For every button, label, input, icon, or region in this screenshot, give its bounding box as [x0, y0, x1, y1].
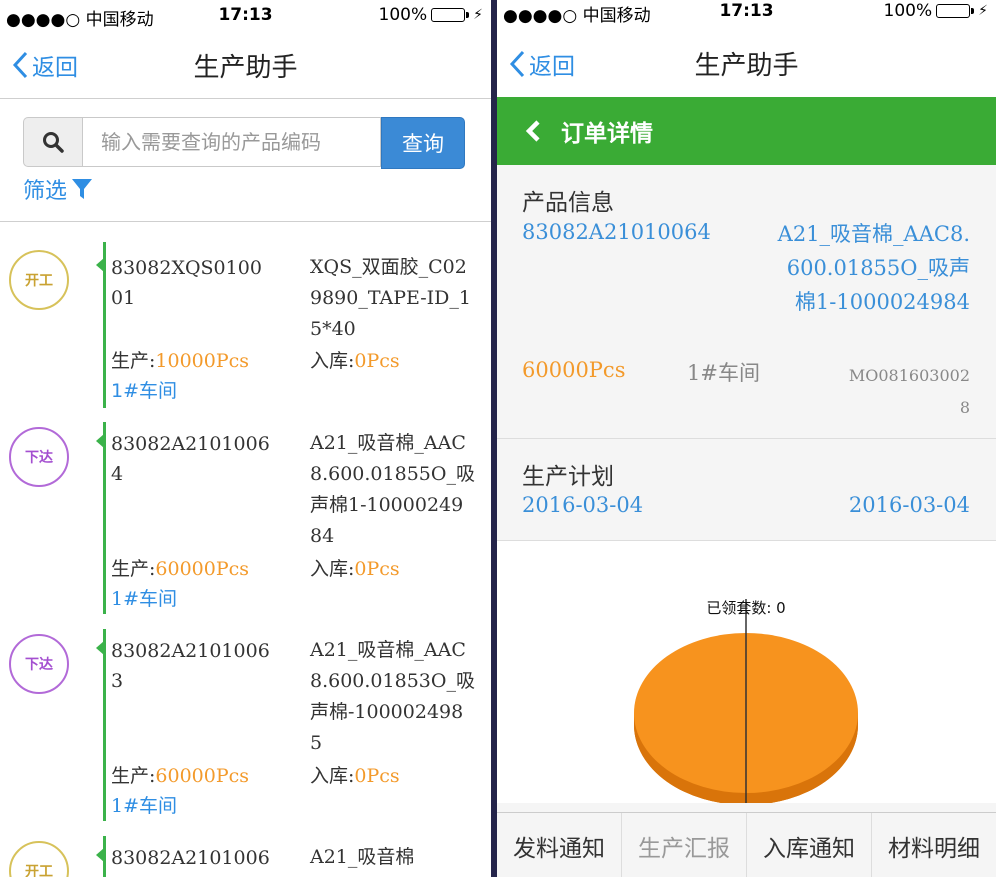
battery-percent: 100%	[883, 1, 933, 21]
back-label: 返回	[529, 53, 575, 80]
plan-card: 生产计划 2016-03-04 2016-03-04	[497, 439, 996, 540]
order-code: 83082A21010064	[111, 433, 270, 485]
workshop-label: 1#车间	[111, 795, 178, 817]
back-label: 返回	[32, 55, 78, 81]
workshop-label: 1#车间	[687, 361, 760, 385]
timeline-bar	[103, 422, 106, 614]
detail-title: 订单详情	[561, 121, 653, 147]
product-name: A21_吸音棉_AAC8.600.01855O_吸声棉1-1000024984	[777, 222, 970, 314]
workshop-label: 1#车间	[111, 588, 178, 610]
detail-header: 订单详情	[497, 97, 996, 165]
stock-qty: 入库:0Pcs	[310, 558, 400, 580]
status-bar: ●●●●○ 中国移动 17:13 100% ⚡	[497, 0, 996, 30]
product-name: A21_吸音棉_AAC8.600.01853O_吸声棉-1000024985	[310, 639, 475, 754]
battery-icon	[936, 4, 971, 18]
order-number: MO0816030028	[848, 366, 970, 417]
nav-bar: 返回 生产助手	[497, 30, 996, 97]
pie-chart-svg: 已领套数: 0	[634, 599, 858, 807]
status-badge: 下达	[9, 427, 69, 487]
search-icon	[23, 117, 82, 167]
production-qty: 生产:10000Pcs	[111, 350, 250, 372]
charging-icon: ⚡	[473, 7, 483, 23]
list-item[interactable]: 下达 83082A21010064 A21_吸音棉_AAC8.600.01855…	[0, 422, 491, 629]
filter-label: 筛选	[23, 179, 68, 204]
tab-production-report[interactable]: 生产汇报	[622, 813, 746, 877]
product-name: A21_吸音棉	[310, 846, 415, 868]
bottom-tabbar: 发料通知 生产汇报 入库通知 材料明细	[497, 812, 996, 877]
filter-icon	[72, 179, 93, 199]
production-qty: 生产:60000Pcs	[111, 558, 250, 580]
chevron-left-icon	[509, 50, 525, 77]
product-code: 83082A21010064	[522, 220, 711, 244]
list-item[interactable]: 开工 83082XQS010001 XQS_双面胶_C029890_TAPE-I…	[0, 240, 491, 447]
chevron-left-icon[interactable]	[525, 119, 541, 143]
order-code: 83082A21010063	[111, 640, 270, 692]
timeline-arrow-icon	[96, 258, 104, 272]
status-badge: 下达	[9, 634, 69, 694]
order-qty: 60000Pcs	[522, 358, 626, 382]
plan-end-date: 2016-03-04	[848, 493, 970, 517]
tab-stock-notice[interactable]: 入库通知	[747, 813, 871, 877]
timeline-arrow-icon	[96, 641, 104, 655]
search-input[interactable]	[82, 117, 381, 167]
status-bar: ●●●●○ 中国移动 17:13 100% ⚡	[0, 0, 491, 30]
battery-percent: 100%	[378, 5, 428, 25]
timeline-arrow-icon	[96, 434, 104, 448]
stock-qty: 入库:0Pcs	[310, 765, 400, 787]
section-title: 生产计划	[522, 464, 614, 490]
workshop-label: 1#车间	[111, 380, 178, 402]
left-screen: ●●●●○ 中国移动 17:13 100% ⚡ 返回 生产助手 查询 筛选	[0, 0, 491, 877]
filter-button[interactable]: 筛选	[23, 173, 93, 205]
tab-material-notice[interactable]: 发料通知	[497, 813, 621, 877]
status-badge: 开工	[9, 841, 69, 877]
pie-chart: 已领套数: 0	[497, 541, 996, 807]
product-info-card: 产品信息 83082A21010064 A21_吸音棉_AAC8.600.018…	[497, 165, 996, 438]
timeline-bar	[103, 629, 106, 821]
battery-indicator: 100% ⚡	[884, 1, 988, 21]
back-button[interactable]: 返回	[509, 47, 575, 81]
product-name: A21_吸音棉_AAC8.600.01855O_吸声棉1-1000024984	[310, 432, 475, 547]
search-button[interactable]: 查询	[381, 117, 465, 169]
order-code: 83082A2101006	[111, 847, 270, 869]
pie-data-label: 已领套数: 0	[706, 599, 785, 617]
battery-icon	[431, 8, 466, 22]
right-screen: ●●●●○ 中国移动 17:13 100% ⚡ 返回 生产助手 订单详情 产品信…	[497, 0, 996, 877]
list-item[interactable]: 开工 83082A2101006 A21_吸音棉	[0, 836, 491, 877]
product-name: XQS_双面胶_C029890_TAPE-ID_15*40	[310, 256, 471, 340]
search-group: 查询	[23, 117, 465, 169]
plan-start-date: 2016-03-04	[522, 493, 644, 517]
charging-icon: ⚡	[978, 3, 988, 19]
timeline-arrow-icon	[96, 848, 104, 862]
order-code: 83082XQS010001	[111, 257, 262, 309]
status-badge: 开工	[9, 250, 69, 310]
nav-bar: 返回 生产助手	[0, 37, 491, 93]
production-qty: 生产:60000Pcs	[111, 765, 250, 787]
section-title: 产品信息	[522, 190, 614, 216]
tab-material-detail[interactable]: 材料明细	[872, 813, 996, 877]
list-item[interactable]: 下达 83082A21010063 A21_吸音棉_AAC8.600.01853…	[0, 629, 491, 836]
back-button[interactable]: 返回	[12, 48, 78, 82]
battery-indicator: 100% ⚡	[379, 5, 483, 25]
search-panel: 查询 筛选	[0, 98, 491, 222]
chevron-left-icon	[12, 51, 28, 79]
stock-qty: 入库:0Pcs	[310, 350, 400, 372]
